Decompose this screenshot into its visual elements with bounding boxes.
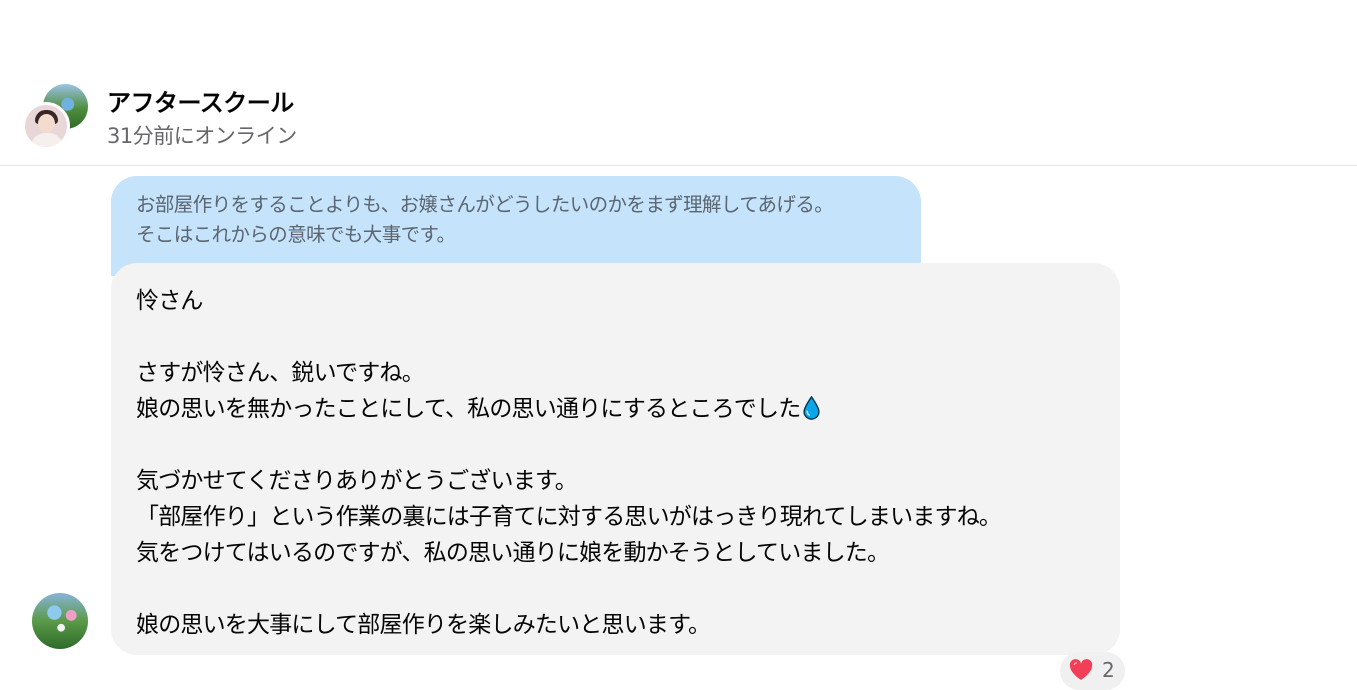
message-line: 気をつけてはいるのですが、私の思い通りに娘を動かそうとしていました。 <box>136 540 890 566</box>
message-line: 怜さん <box>136 288 203 314</box>
group-name[interactable]: アフタースクール <box>107 83 294 118</box>
member-photo-avatar <box>22 102 70 150</box>
quoted-line: お部屋作りをすることよりも、お嬢さんがどうしたいのかをまず理解してあげる。 <box>136 193 834 216</box>
message-bubble[interactable]: 怜さん さすが怜さん、鋭いですね。 娘の思いを無かったことにして、私の思い通りに… <box>111 263 1120 655</box>
message-line: さすが怜さん、鋭いですね。 <box>136 360 425 386</box>
message-line-text: 娘の思いを無かったことにして、私の思い通りにするところでした <box>136 396 801 422</box>
message-line: 「部屋作り」という作業の裏には子育てに対する思いがはっきり現れてしまいますね。 <box>136 504 1002 530</box>
message-line-with-emoji: 娘の思いを無かったことにして、私の思い通りにするところでした <box>136 391 1095 427</box>
heart-icon <box>1069 659 1093 680</box>
sender-avatar[interactable] <box>32 593 88 649</box>
online-status: 31分前にオンライン <box>107 124 297 148</box>
reaction-count: 2 <box>1102 658 1115 682</box>
chat-header: アフタースクール 31分前にオンライン <box>0 0 1357 166</box>
reaction-badge[interactable]: 2 <box>1060 652 1125 690</box>
group-avatar[interactable] <box>22 84 88 150</box>
message-line: 娘の思いを大事にして部屋作りを楽しみたいと思います。 <box>136 612 711 638</box>
droplet-icon <box>803 396 821 420</box>
message-line: 気づかせてくださりありがとうございます。 <box>136 468 578 494</box>
quoted-line: そこはこれからの意味でも大事です。 <box>136 223 456 246</box>
quoted-reply-bubble[interactable]: お部屋作りをすることよりも、お嬢さんがどうしたいのかをまず理解してあげる。 そこ… <box>111 176 921 276</box>
